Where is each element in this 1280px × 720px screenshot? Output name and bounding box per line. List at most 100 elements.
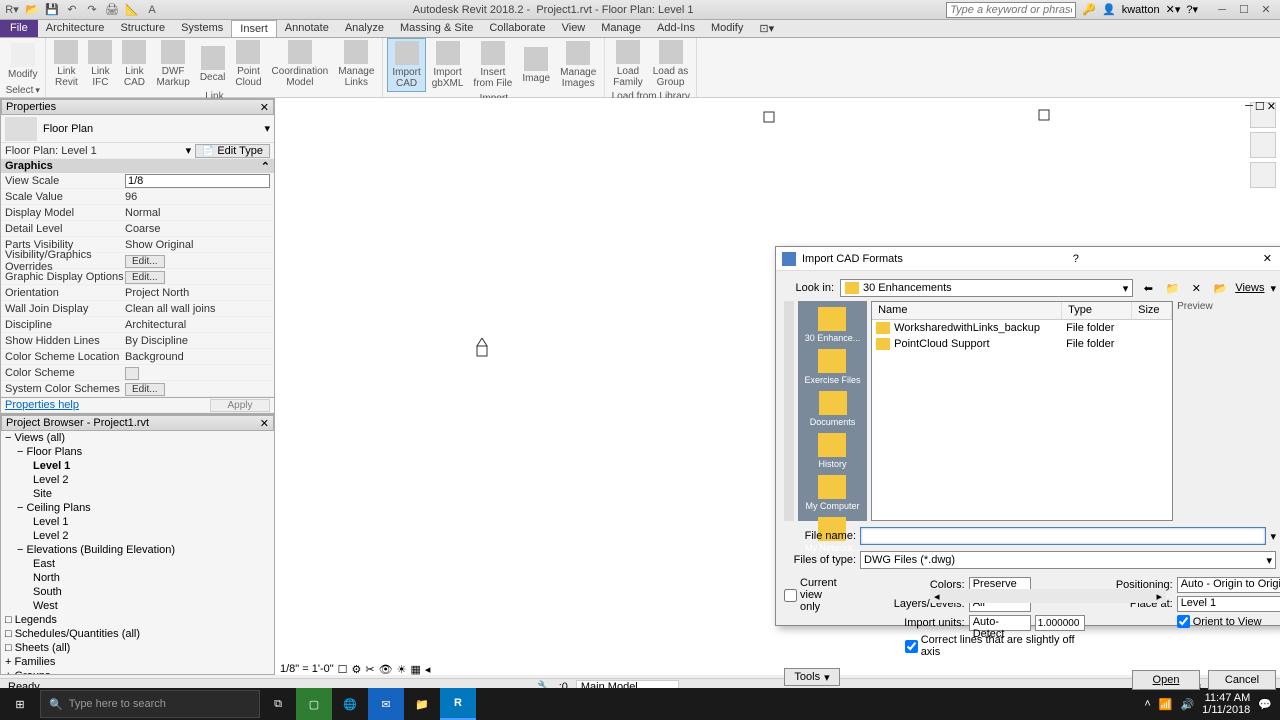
ribbon-link-ifc[interactable]: LinkIFC <box>84 38 116 90</box>
user-icon[interactable]: 👤 <box>1102 3 1116 16</box>
outlook-icon[interactable]: ✉ <box>368 688 404 720</box>
filename-input[interactable] <box>860 527 1266 545</box>
place-enhance[interactable]: 30 Enhance... <box>803 305 863 345</box>
redo-icon[interactable]: ↷ <box>84 2 100 18</box>
tree-item[interactable]: □ Legends <box>1 613 274 627</box>
tree-item[interactable]: Level 1 <box>1 515 274 529</box>
ribbon-image[interactable]: Image <box>518 45 554 86</box>
prop-color-scheme-location[interactable]: Color Scheme LocationBackground <box>1 349 274 365</box>
undo-icon[interactable]: ↶ <box>64 2 80 18</box>
select-panel-label[interactable]: Select <box>4 84 41 97</box>
properties-help-link[interactable]: Properties help <box>5 399 79 411</box>
prop-system-color-schemes[interactable]: System Color SchemesEdit... <box>1 381 274 397</box>
nav-wheel-icon[interactable] <box>1250 132 1276 158</box>
help-icon[interactable]: ?▾ <box>1186 3 1198 16</box>
prop-detail-level[interactable]: Detail LevelCoarse <box>1 221 274 237</box>
prop-graphic-display-options[interactable]: Graphic Display OptionsEdit... <box>1 269 274 285</box>
file-row[interactable]: WorksharedwithLinks_backupFile folder <box>872 320 1172 336</box>
tray-icon[interactable]: 📶 <box>1159 698 1173 711</box>
prop-wall-join-display[interactable]: Wall Join DisplayClean all wall joins <box>1 301 274 317</box>
places-scroll-up[interactable] <box>784 301 794 521</box>
open-icon[interactable]: 📂 <box>24 2 40 18</box>
minimize-button[interactable]: ─ <box>1212 2 1232 18</box>
tab-annotate[interactable]: Annotate <box>277 20 337 37</box>
tab-view[interactable]: View <box>554 20 594 37</box>
view-minimize-icon[interactable]: ─ <box>1245 100 1253 113</box>
back-icon[interactable]: ⬅ <box>1139 279 1157 297</box>
view-maximize-icon[interactable]: ☐ <box>1255 100 1265 113</box>
filetype-combo[interactable]: DWG Files (*.dwg)▾ <box>860 551 1276 569</box>
instance-dropdown-icon[interactable]: ▾ <box>186 144 192 157</box>
prop-display-model[interactable]: Display ModelNormal <box>1 205 274 221</box>
drawing-canvas[interactable]: ─ ☐ ✕ Import CAD Formats ? ✕ Look in: 30… <box>275 98 1280 675</box>
exchange-icon[interactable]: ✕▾ <box>1166 3 1181 16</box>
tab-modify[interactable]: Modify <box>703 20 751 37</box>
tools-button[interactable]: Tools▾ <box>784 668 840 686</box>
prop-color-scheme[interactable]: Color Scheme <box>1 365 274 381</box>
tree-item[interactable]: Level 2 <box>1 473 274 487</box>
ribbon-point-cloud[interactable]: PointCloud <box>231 38 265 90</box>
properties-close-icon[interactable]: ✕ <box>260 101 269 114</box>
tree-item[interactable]: North <box>1 571 274 585</box>
placeat-combo[interactable]: Level 1 <box>1177 596 1280 612</box>
tab-massing[interactable]: Massing & Site <box>392 20 481 37</box>
ribbon-insert-from file[interactable]: Insertfrom File <box>469 39 516 91</box>
ribbon-coordination-model[interactable]: CoordinationModel <box>268 38 333 90</box>
pan-icon[interactable] <box>1250 162 1276 188</box>
tab-architecture[interactable]: Architecture <box>38 20 113 37</box>
file-list-hscroll[interactable]: ◂▸ <box>930 589 1166 603</box>
app-icon[interactable]: ▢ <box>296 688 332 720</box>
up-icon[interactable]: 📁 <box>1163 279 1181 297</box>
explorer-icon[interactable]: 📁 <box>404 688 440 720</box>
col-name[interactable]: Name <box>872 302 1062 319</box>
tree-item[interactable]: South <box>1 585 274 599</box>
tree-item[interactable]: West <box>1 599 274 613</box>
tab-collaborate[interactable]: Collaborate <box>481 20 553 37</box>
ribbon-manage-links[interactable]: ManageLinks <box>334 38 378 90</box>
open-button[interactable]: Open <box>1132 670 1200 690</box>
col-size[interactable]: Size <box>1132 302 1172 319</box>
taskbar-search[interactable]: 🔍 Type here to search <box>40 690 260 718</box>
view-icon[interactable]: ☐ <box>338 663 348 676</box>
tab-manage[interactable]: Manage <box>593 20 649 37</box>
tree-item[interactable]: □ Sheets (all) <box>1 641 274 655</box>
place-history[interactable]: History <box>816 431 848 471</box>
tab-systems[interactable]: Systems <box>173 20 231 37</box>
ribbon-import-gbxml[interactable]: ImportgbXML <box>428 39 468 91</box>
tree-item[interactable]: Site <box>1 487 274 501</box>
revit-app-icon[interactable]: R <box>440 688 476 720</box>
browser-close-icon[interactable]: ✕ <box>260 417 269 430</box>
view-close-icon[interactable]: ✕ <box>1267 100 1276 113</box>
task-view-icon[interactable]: ⧉ <box>260 688 296 720</box>
edit-type-button[interactable]: 📄 Edit Type <box>195 144 270 158</box>
tree-item[interactable]: □ Schedules/Quantities (all) <box>1 627 274 641</box>
close-button[interactable]: ✕ <box>1256 2 1276 18</box>
ribbon-load as-group[interactable]: Load asGroup <box>649 38 693 90</box>
tab-context[interactable]: ⊡▾ <box>751 20 782 37</box>
print-icon[interactable]: 🖨 <box>104 2 120 18</box>
current-view-checkbox[interactable]: Current view only <box>784 577 837 613</box>
notifications-icon[interactable]: 💬 <box>1258 698 1272 711</box>
tree-item[interactable]: − Ceiling Plans <box>1 501 274 515</box>
prop-visibility-graphics-overrides[interactable]: Visibility/Graphics OverridesEdit... <box>1 253 274 269</box>
tray-volume-icon[interactable]: 🔊 <box>1180 698 1194 711</box>
text-icon[interactable]: A <box>144 2 160 18</box>
dialog-help-icon[interactable]: ? <box>1073 253 1079 265</box>
ribbon-link-cad[interactable]: LinkCAD <box>118 38 150 90</box>
ribbon-load-family[interactable]: LoadFamily <box>609 38 646 90</box>
scale-label[interactable]: 1/8" = 1'-0" <box>280 663 334 675</box>
lookin-combo[interactable]: 30 Enhancements ▾ <box>840 279 1133 297</box>
revit-logo-icon[interactable]: R▾ <box>4 2 20 18</box>
maximize-button[interactable]: ☐ <box>1234 2 1254 18</box>
instance-label[interactable]: Floor Plan: Level 1 <box>5 145 186 157</box>
tray-up-icon[interactable]: ˄ <box>1144 698 1150 710</box>
tab-addins[interactable]: Add-Ins <box>649 20 703 37</box>
place-documents[interactable]: Documents <box>808 389 858 429</box>
graphics-section[interactable]: Graphics⌃ <box>1 159 274 173</box>
tree-item[interactable]: + Families <box>1 655 274 669</box>
dialog-close-button[interactable]: ✕ <box>1257 252 1278 265</box>
tree-item[interactable]: Level 1 <box>1 459 274 473</box>
tab-file[interactable]: File <box>0 20 38 37</box>
positioning-combo[interactable]: Auto - Origin to Origin <box>1177 577 1280 593</box>
tree-item[interactable]: + Groups <box>1 669 274 675</box>
